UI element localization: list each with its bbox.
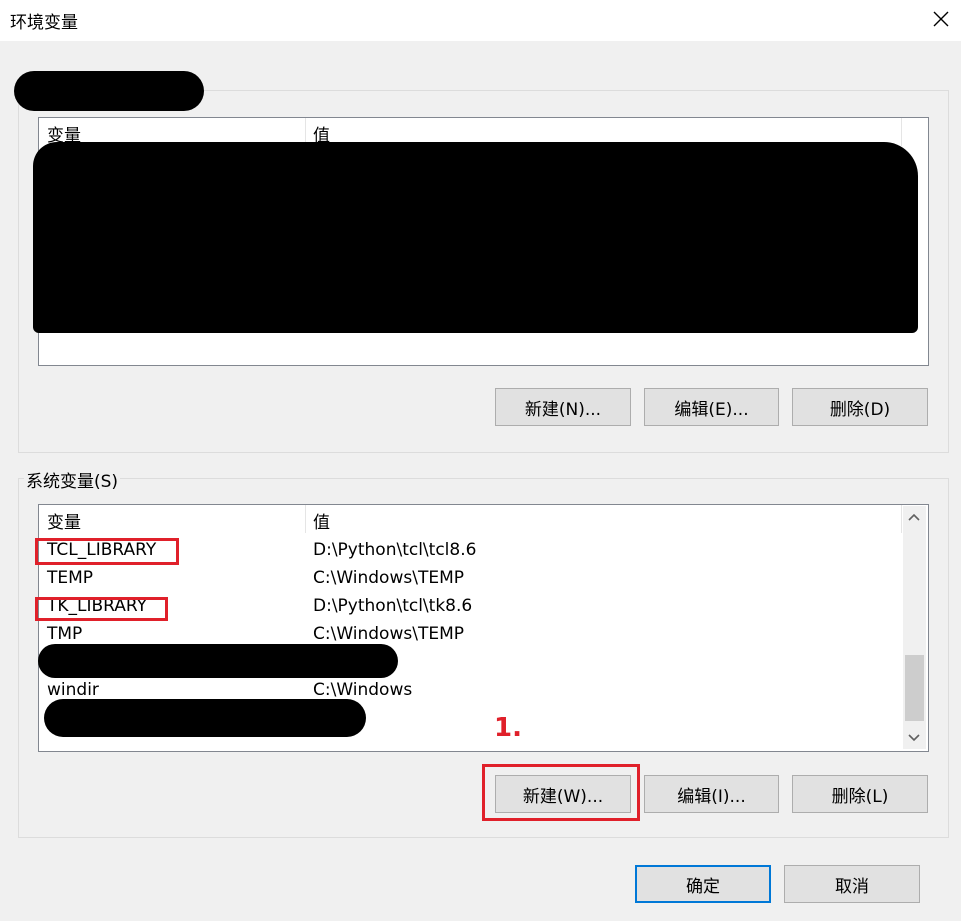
- variable-value: C:\Windows: [313, 680, 413, 700]
- highlight-tcl-library: [35, 538, 179, 565]
- system-list-header: 变量 值: [39, 505, 928, 533]
- system-variables-label: 系统变量(S): [24, 467, 121, 492]
- highlight-new-button: [482, 764, 640, 821]
- variable-value: C:\Windows\TEMP: [313, 624, 464, 644]
- scrollbar-thumb[interactable]: [905, 655, 924, 721]
- step-annotation: 1.: [494, 713, 522, 743]
- variable-name: TEMP: [47, 568, 94, 588]
- title-bar: 环境变量: [0, 0, 961, 41]
- variable-name: TMP: [47, 624, 83, 644]
- redacted-system-row: [44, 699, 366, 737]
- close-button[interactable]: [924, 4, 958, 36]
- redacted-user-group-label: [14, 71, 204, 111]
- variable-value: D:\Python\tcl\tk8.6: [313, 596, 473, 616]
- scroll-down-button[interactable]: [903, 727, 925, 749]
- variable-value: D:\Python\tcl\tcl8.6: [313, 540, 477, 560]
- cancel-button[interactable]: 取消: [784, 865, 920, 903]
- vertical-scrollbar[interactable]: [903, 506, 926, 749]
- variable-value: C:\Windows\TEMP: [313, 568, 464, 588]
- chevron-down-icon: [908, 734, 920, 742]
- user-edit-button[interactable]: 编辑(E)...: [644, 388, 779, 426]
- system-header-value[interactable]: 值: [313, 508, 330, 533]
- highlight-tk-library: [35, 597, 168, 621]
- system-header-name[interactable]: 变量: [47, 508, 81, 533]
- window-title: 环境变量: [10, 13, 78, 33]
- dialog-body: 变量 值 新建(N)... 编辑(E)... 删除(D) 系统变量(S) 变量 …: [0, 41, 961, 921]
- variable-name: windir: [47, 680, 99, 700]
- column-divider[interactable]: [305, 505, 306, 533]
- system-delete-button[interactable]: 删除(L): [792, 775, 928, 813]
- redacted-system-row: [38, 644, 398, 678]
- user-delete-button[interactable]: 删除(D): [792, 388, 928, 426]
- user-new-button[interactable]: 新建(N)...: [495, 388, 631, 426]
- redacted-user-variables: [33, 142, 918, 333]
- column-divider: [901, 505, 902, 533]
- chevron-up-icon: [908, 513, 920, 521]
- column-divider: [901, 118, 902, 146]
- system-edit-button[interactable]: 编辑(I)...: [644, 775, 779, 813]
- table-row[interactable]: TK_LIBRARY D:\Python\tcl\tk8.6: [39, 593, 901, 621]
- close-icon: [933, 11, 949, 27]
- table-row[interactable]: TEMP C:\Windows\TEMP: [39, 565, 901, 593]
- ok-button[interactable]: 确定: [635, 865, 771, 903]
- scroll-up-button[interactable]: [903, 506, 925, 528]
